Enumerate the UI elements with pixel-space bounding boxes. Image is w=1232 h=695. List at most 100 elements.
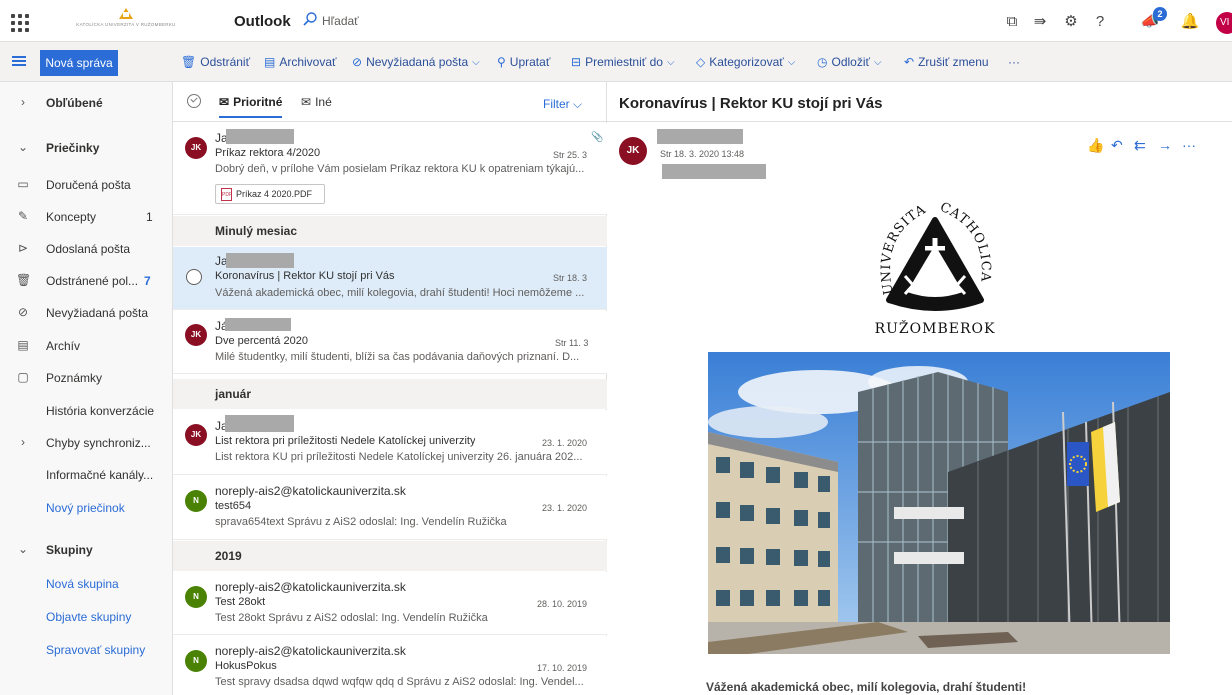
nav-discover-groups[interactable]: Objavte skupiny <box>0 601 173 633</box>
message-item[interactable]: N noreply-ais2@katolickauniverzita.sk te… <box>173 476 607 540</box>
categorize-button[interactable]: ◇ Kategorizovať ⌵ <box>696 55 795 69</box>
reply-icon[interactable]: ↶ <box>1111 137 1123 154</box>
message-date: Str 25. 3 <box>553 150 588 160</box>
message-subject: test654 <box>215 500 252 512</box>
forward-icon[interactable]: → <box>1158 137 1172 153</box>
message-preview: sprava654text Správu z AiS2 odoslal: Ing… <box>215 516 507 528</box>
message-item[interactable]: JK Já Dve percentá 2020 Str 11. 3 Milé š… <box>173 311 607 374</box>
block-icon: ⊘ <box>17 305 29 319</box>
user-avatar[interactable]: VI <box>1216 12 1232 34</box>
help-icon[interactable]: ? <box>1090 11 1110 31</box>
nav-sent[interactable]: ⊳ Odoslaná pošta <box>0 233 173 265</box>
nav-notes[interactable]: ▢ Poznámky <box>0 362 173 394</box>
message-date: Str 11. 3 <box>555 338 589 348</box>
folder-move-icon: ⊟ <box>571 55 582 69</box>
feedback-icon[interactable]: ⇛ <box>1030 11 1050 31</box>
emblem-text-bottom: RUŽOMBEROK <box>875 319 996 337</box>
message-date: 28. 10. 2019 <box>537 599 588 609</box>
paperclip-icon: 📎 <box>591 132 604 143</box>
nav-favorites[interactable]: › Obľúbené <box>0 87 173 119</box>
message-sender: noreply-ais2@katolickauniverzita.sk <box>215 580 406 594</box>
message-preview: Test spravy dsadsa dqwd wqfqw qdq d Sprá… <box>215 676 584 688</box>
message-item[interactable]: N noreply-ais2@katolickauniverzita.sk Ho… <box>173 636 607 695</box>
settings-icon[interactable]: ⚙ <box>1061 11 1081 31</box>
nav-inbox[interactable]: ▭ Doručená pošta <box>0 169 173 201</box>
redacted-recipient <box>662 164 766 179</box>
group-header[interactable]: 2019 <box>173 541 607 571</box>
university-emblem: UNIVERSITAS CATHOLICA RUŽOMBEROK <box>855 190 996 337</box>
nav-groups[interactable]: ⌄ Skupiny <box>0 534 173 566</box>
redacted-name <box>225 318 291 331</box>
nav-archive[interactable]: ▤ Archív <box>0 330 173 362</box>
sender-avatar: N <box>185 586 207 608</box>
reply-all-icon[interactable]: ⇇ <box>1134 137 1146 154</box>
nav-drafts[interactable]: ✎ Koncepty 1 <box>0 201 173 233</box>
chevron-right-icon: › <box>21 435 25 449</box>
message-subject: List rektora pri príležitosti Nedele Kat… <box>215 435 476 447</box>
app-launcher-icon[interactable] <box>6 9 30 33</box>
sender-avatar: JK <box>185 137 207 159</box>
envelope-icon: ✉ <box>301 95 312 109</box>
command-bar: Nová správa 🗑 Odstrániť ▤ Archivovať ⊘ Nevy… <box>0 42 1232 82</box>
message-list: ✉ Prioritné ✉ Iné Filter ⌵ JK Ja 📎 Príkaz … <box>173 82 607 695</box>
message-item[interactable]: Ja Koronavírus | Rektor KU stojí pri Vás… <box>173 247 607 310</box>
chevron-down-icon: ⌄ <box>17 542 29 556</box>
message-date: Str 18. 3 <box>553 273 588 283</box>
move-to-button[interactable]: ⊟ Premiestniť do ⌵ <box>571 55 675 69</box>
snooze-button[interactable]: ◷ Odložiť ⌵ <box>817 55 882 69</box>
message-preview: Milé študentky, milí študenti, blíži sa … <box>215 351 580 363</box>
sender-avatar: N <box>185 490 207 512</box>
bell-icon[interactable]: 🔔 <box>1180 11 1200 31</box>
new-message-button[interactable]: Nová správa <box>40 50 118 76</box>
hamburger-icon[interactable] <box>12 56 26 66</box>
clock-icon: ◷ <box>817 55 828 69</box>
attachment-chip[interactable]: PDF Príkaz 4 2020.PDF <box>215 184 325 204</box>
more-commands-button[interactable]: ··· <box>1008 55 1020 69</box>
message-subject: HokusPokus <box>215 660 277 672</box>
pencil-icon: ✎ <box>17 209 29 223</box>
sweep-button[interactable]: ⚲ Upratať <box>497 55 550 69</box>
undo-button[interactable]: ↶ Zrušiť zmenu <box>904 55 989 69</box>
redacted-name <box>226 129 294 144</box>
select-all-checkbox[interactable] <box>187 94 201 108</box>
delete-button[interactable]: 🗑 Odstrániť <box>181 55 250 69</box>
message-subject: Príkaz rektora 4/2020 <box>215 147 321 159</box>
message-item[interactable]: N noreply-ais2@katolickauniverzita.sk Te… <box>173 572 607 635</box>
more-actions-icon[interactable]: ··· <box>1182 137 1196 153</box>
search-input[interactable]: Hľadať <box>322 14 359 28</box>
nav-folders[interactable]: ⌄ Priečinky <box>0 132 173 164</box>
archive-button[interactable]: ▤ Archivovať <box>264 55 337 69</box>
message-item[interactable]: JK Ja 📎 Príkaz rektora 4/2020 Str 25. 3 … <box>173 123 607 215</box>
sender-avatar: N <box>185 650 207 672</box>
like-icon[interactable]: 👍 <box>1087 137 1104 154</box>
message-date: 23. 1. 2020 <box>542 438 588 448</box>
sender-avatar: JK <box>185 424 207 446</box>
skype-icon[interactable]: ⧉ <box>1002 11 1022 31</box>
sender-avatar[interactable]: JK <box>619 137 647 165</box>
message-item[interactable]: JK Ja List rektora pri príležitosti Nede… <box>173 410 607 475</box>
nav-conversation-history[interactable]: História konverzácie <box>0 395 173 427</box>
filter-button[interactable]: Filter ⌵ <box>543 97 582 112</box>
search-icon[interactable] <box>302 11 318 27</box>
organization-logo[interactable]: KATOLÍCKA UNIVERZITA V RUŽOMBERKU <box>60 6 192 36</box>
message-sender: noreply-ais2@katolickauniverzita.sk <box>215 644 406 658</box>
tab-other[interactable]: ✉ Iné <box>301 95 332 109</box>
nav-rss[interactable]: Informačné kanály... <box>0 459 173 491</box>
nav-sync-errors[interactable]: › Chyby synchroniz... <box>0 427 173 459</box>
folder-pane: › Obľúbené ⌄ Priečinky ▭ Doručená pošta ✎ Ko… <box>0 82 173 695</box>
tab-focused[interactable]: ✉ Prioritné <box>219 95 283 118</box>
select-radio[interactable] <box>186 269 202 285</box>
nav-new-group[interactable]: Nová skupina <box>0 568 173 600</box>
chevron-down-icon: ⌄ <box>17 140 29 154</box>
reading-pane: Koronavírus | Rektor KU stojí pri Vás JK… <box>607 82 1232 695</box>
nav-manage-groups[interactable]: Spravovať skupiny <box>0 634 173 666</box>
junk-button[interactable]: ⊘ Nevyžiadaná pošta ⌵ <box>352 55 480 69</box>
group-header[interactable]: Minulý mesiac <box>173 216 607 246</box>
nav-deleted[interactable]: 🗑 Odstránené pol... 7 <box>0 265 173 297</box>
nav-junk[interactable]: ⊘ Nevyžiadaná pošta <box>0 297 173 329</box>
chevron-down-icon: ⌵ <box>666 56 675 68</box>
group-header[interactable]: január <box>173 379 607 409</box>
nav-new-folder[interactable]: Nový priečinok <box>0 492 173 524</box>
app-name[interactable]: Outlook <box>234 13 291 30</box>
chevron-right-icon: › <box>21 95 25 109</box>
